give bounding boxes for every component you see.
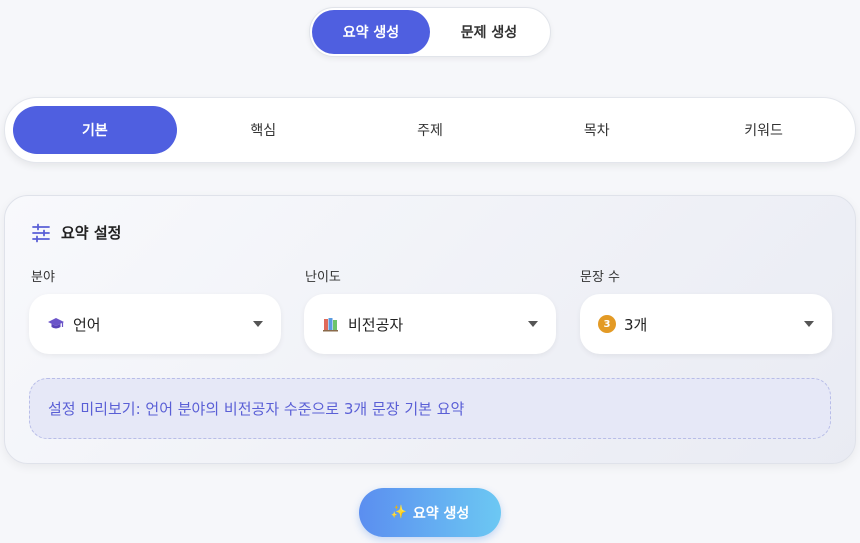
field-label-difficulty: 난이도 — [305, 270, 341, 285]
tab-basic[interactable]: 기본 — [13, 106, 177, 154]
tab-topic[interactable]: 주제 — [347, 106, 514, 154]
difficulty-select[interactable]: 비전공자 — [304, 294, 556, 354]
chevron-down-icon — [804, 321, 814, 327]
sparkles-icon: ✨ — [390, 505, 407, 520]
sentence-count-select[interactable]: 3 3개 — [580, 294, 832, 354]
domain-select-value: 언어 — [73, 315, 101, 334]
field-label-domain: 분야 — [31, 270, 55, 285]
sliders-icon — [32, 223, 50, 242]
generate-summary-button[interactable]: ✨ 요약 생성 — [359, 488, 501, 537]
summary-settings-panel: 요약 설정 분야 난이도 문장 수 언어 비전공자 3 3개 설정 미리보기: … — [4, 195, 856, 464]
tab-keyword[interactable]: 키워드 — [680, 106, 847, 154]
field-label-sentence-count: 문장 수 — [580, 270, 621, 285]
domain-select[interactable]: 언어 — [29, 294, 281, 354]
tab-core[interactable]: 핵심 — [180, 106, 347, 154]
difficulty-select-value: 비전공자 — [348, 315, 404, 334]
tab-toc[interactable]: 목차 — [513, 106, 680, 154]
panel-title: 요약 설정 — [61, 224, 122, 242]
chevron-down-icon — [253, 321, 263, 327]
generate-button-label: 요약 생성 — [412, 505, 470, 522]
books-icon — [323, 318, 338, 332]
summary-type-tabs: 기본 핵심 주제 목차 키워드 — [4, 97, 856, 163]
chevron-down-icon — [528, 321, 538, 327]
panel-header: 요약 설정 — [31, 222, 121, 243]
sentence-count-select-value: 3개 — [624, 315, 648, 334]
summary-mode-button[interactable]: 요약 생성 — [312, 10, 430, 54]
graduation-cap-icon — [48, 318, 64, 329]
number-badge-icon: 3 — [598, 315, 616, 333]
settings-preview: 설정 미리보기: 언어 분야의 비전공자 수준으로 3개 문장 기본 요약 — [29, 378, 831, 439]
question-mode-button[interactable]: 문제 생성 — [430, 10, 548, 54]
mode-toggle: 요약 생성 문제 생성 — [309, 7, 551, 57]
